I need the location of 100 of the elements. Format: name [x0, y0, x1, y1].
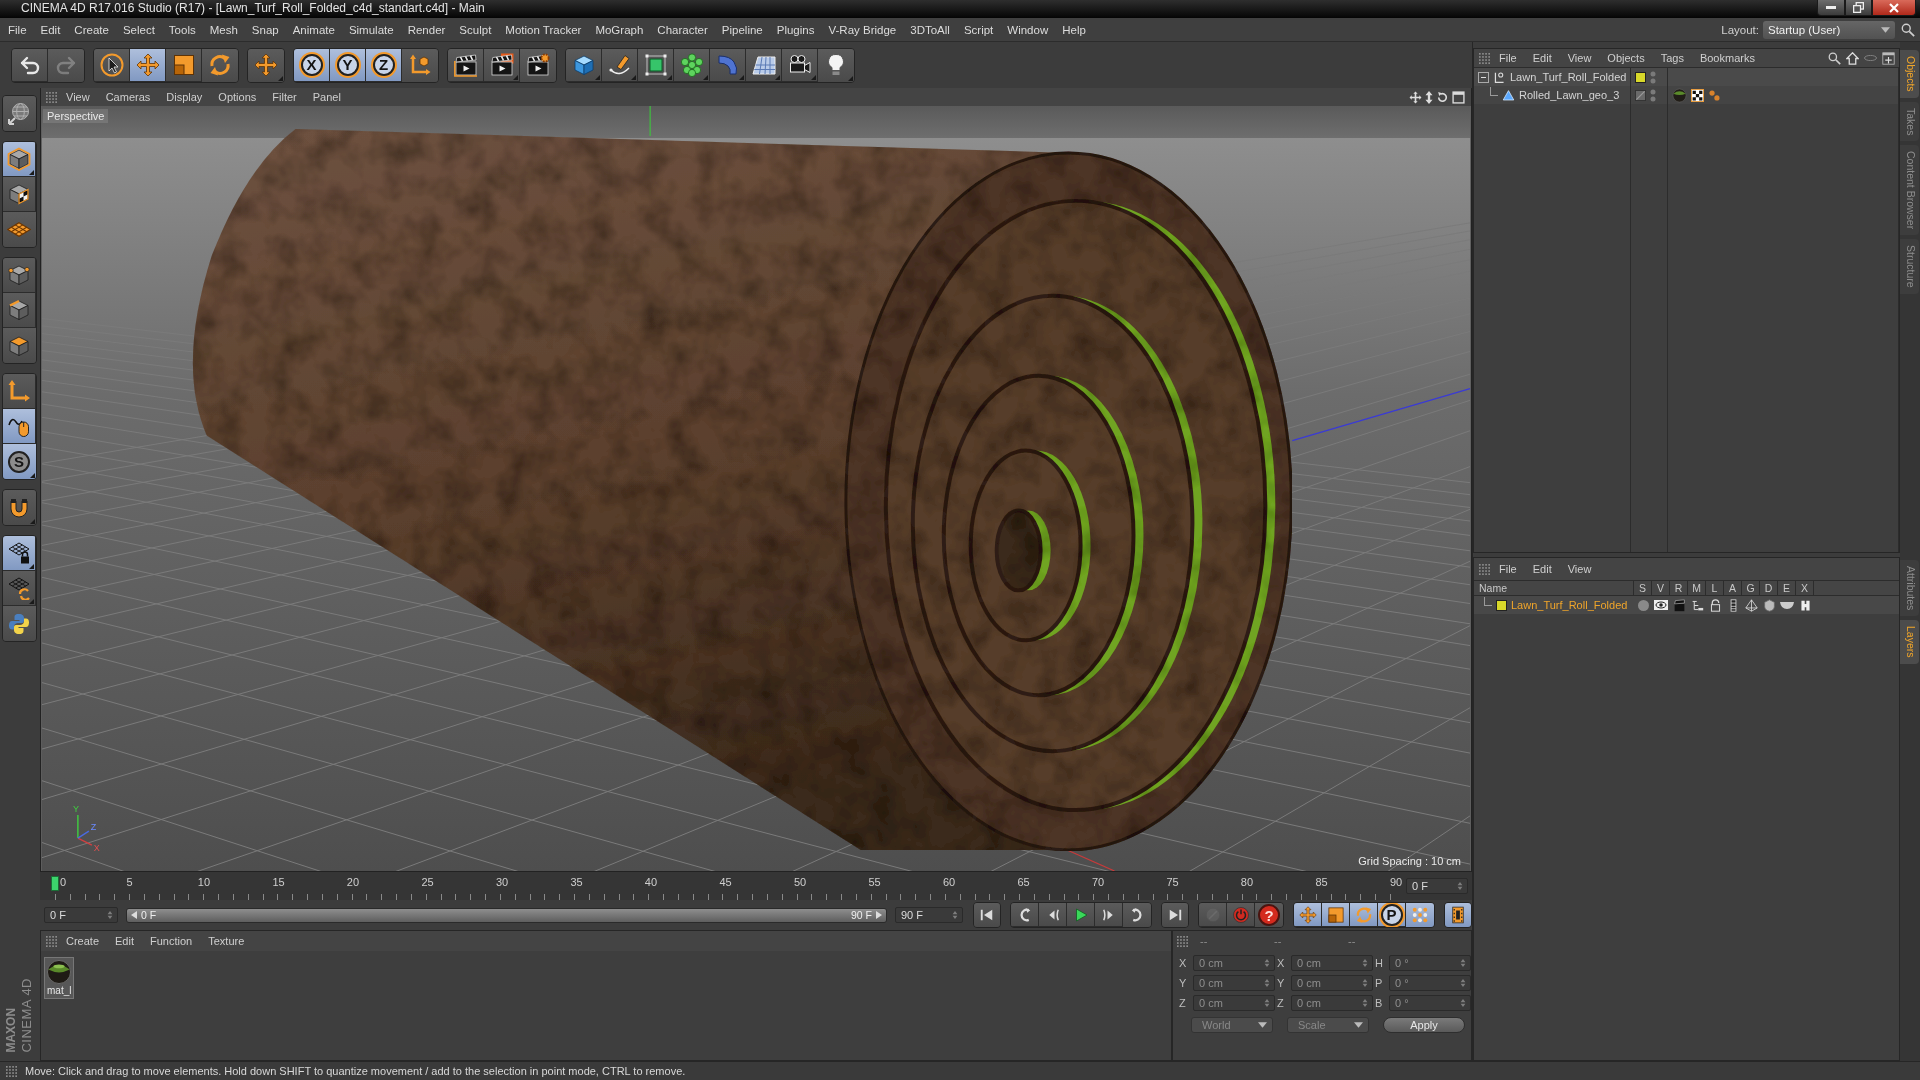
- solo-button[interactable]: S: [2, 444, 36, 479]
- close-button[interactable]: [1872, 0, 1916, 16]
- grip-icon[interactable]: [1177, 935, 1188, 947]
- recent-tool-button[interactable]: [248, 48, 284, 82]
- rotation-field[interactable]: 0 °: [1389, 955, 1471, 971]
- workplane-lock-button[interactable]: [2, 536, 36, 571]
- object-name[interactable]: Rolled_Lawn_geo_3: [1519, 89, 1620, 101]
- key-scale-button[interactable]: [1322, 903, 1350, 927]
- viewport-menu-item[interactable]: Panel: [305, 91, 348, 103]
- next-key-button[interactable]: [1123, 903, 1151, 927]
- clapperboard-icon[interactable]: [1672, 598, 1686, 612]
- triangle-object-icon[interactable]: [1502, 88, 1515, 102]
- end-frame-field[interactable]: 90 F: [895, 907, 963, 923]
- spinner-arrows-icon[interactable]: [1459, 959, 1467, 967]
- move-tool-button[interactable]: [130, 48, 166, 82]
- object-name[interactable]: Lawn_Turf_Roll_Folded: [1510, 71, 1627, 83]
- render-view-button[interactable]: [448, 48, 484, 82]
- key-rotation-button[interactable]: [1350, 903, 1378, 927]
- circular-arrow-icon[interactable]: [1436, 90, 1449, 104]
- scale-tool-button[interactable]: [166, 48, 202, 82]
- move-arrows-icon[interactable]: [1409, 90, 1422, 104]
- menu-item[interactable]: Pipeline: [714, 23, 770, 36]
- menu-item[interactable]: Help: [1055, 23, 1093, 36]
- object-menu-item[interactable]: Tags: [1653, 52, 1691, 64]
- edges-mode-button[interactable]: [2, 293, 36, 328]
- side-tab[interactable]: Structure: [1900, 239, 1919, 294]
- grip-icon[interactable]: [1479, 563, 1490, 575]
- spinner-arrows-icon[interactable]: [1263, 999, 1271, 1007]
- material-sphere-icon[interactable]: [1672, 87, 1687, 103]
- material-menu-item[interactable]: Edit: [108, 935, 141, 947]
- home-icon[interactable]: [1846, 51, 1859, 65]
- menu-item[interactable]: Snap: [244, 23, 286, 36]
- rotation-field[interactable]: 0 °: [1389, 975, 1471, 991]
- column-header[interactable]: Name: [1474, 580, 1634, 596]
- rotate-tool-button[interactable]: [202, 48, 238, 82]
- autokey-button[interactable]: ?: [1255, 903, 1283, 927]
- viewport-menu-item[interactable]: Filter: [265, 91, 304, 103]
- axis-lock-button[interactable]: Y: [330, 48, 366, 82]
- spinner-arrows-icon[interactable]: [1361, 979, 1369, 987]
- vertical-arrows-icon[interactable]: [1425, 90, 1433, 104]
- side-tab[interactable]: Attributes: [1900, 560, 1919, 617]
- timeline-button[interactable]: [1445, 903, 1471, 927]
- spinner-arrows-icon[interactable]: [1263, 979, 1271, 987]
- column-header[interactable]: D: [1760, 580, 1778, 596]
- light-button[interactable]: [818, 48, 854, 82]
- column-header[interactable]: X: [1796, 580, 1814, 596]
- stacked-dots-icon[interactable]: [1650, 70, 1656, 84]
- object-row[interactable]: Rolled_Lawn_geo_3: [1474, 86, 1899, 104]
- layer-row[interactable]: Lawn_Turf_Roll_Folded: [1474, 596, 1899, 614]
- dot-icon[interactable]: [1637, 599, 1649, 611]
- menu-item[interactable]: Create: [67, 23, 116, 36]
- texture-mode-button[interactable]: [2, 177, 36, 212]
- undo-button[interactable]: [12, 48, 48, 82]
- playhead-marker[interactable]: [51, 876, 59, 891]
- go-to-end-button[interactable]: [1162, 903, 1188, 927]
- next-frame-button[interactable]: [1095, 903, 1123, 927]
- object-menu-item[interactable]: View: [1560, 52, 1599, 64]
- menu-item[interactable]: Render: [400, 23, 453, 36]
- render-button[interactable]: [484, 48, 520, 82]
- column-header[interactable]: V: [1652, 580, 1670, 596]
- spinner-arrows-icon[interactable]: [1459, 979, 1467, 987]
- position-field[interactable]: 0 cm: [1193, 955, 1275, 971]
- camera-button[interactable]: [782, 48, 818, 82]
- layer-menu-item[interactable]: View: [1560, 563, 1599, 575]
- menu-item[interactable]: Window: [1000, 23, 1056, 36]
- start-frame-field[interactable]: 0 F: [44, 907, 118, 923]
- lock-icon[interactable]: [1708, 598, 1722, 612]
- search-icon[interactable]: [1828, 51, 1841, 65]
- grip-icon[interactable]: [46, 935, 57, 947]
- column-header[interactable]: M: [1688, 580, 1706, 596]
- checker-icon[interactable]: [1691, 88, 1704, 102]
- current-frame-field[interactable]: 0 F: [1406, 878, 1468, 894]
- make-editable-button[interactable]: [2, 96, 36, 131]
- spinner-arrows-icon[interactable]: [1361, 999, 1369, 1007]
- position-field[interactable]: 0 cm: [1193, 975, 1275, 991]
- spinner-arrows-icon[interactable]: [1459, 999, 1467, 1007]
- select-tool-button[interactable]: [94, 48, 130, 82]
- render-settings-button[interactable]: [520, 48, 556, 82]
- snap-button[interactable]: [2, 490, 36, 525]
- menu-item[interactable]: Motion Tracker: [498, 23, 589, 36]
- menu-item[interactable]: MoGraph: [588, 23, 651, 36]
- apply-button[interactable]: Apply: [1383, 1017, 1465, 1033]
- position-field[interactable]: 0 cm: [1193, 995, 1275, 1011]
- null-object-icon[interactable]: [1493, 70, 1506, 84]
- object-menu-item[interactable]: Bookmarks: [1692, 52, 1762, 64]
- layer-name[interactable]: Lawn_Turf_Roll_Folded: [1511, 599, 1628, 611]
- subdivision-button[interactable]: [638, 48, 674, 82]
- restore-button[interactable]: [1845, 0, 1872, 16]
- layer-color-swatch[interactable]: [1635, 71, 1646, 83]
- shield-icon[interactable]: [1762, 598, 1776, 612]
- side-tab[interactable]: Takes: [1900, 101, 1919, 142]
- menu-item[interactable]: Tools: [161, 23, 203, 36]
- key-position-button[interactable]: [1294, 903, 1322, 927]
- material-menu-item[interactable]: Create: [59, 935, 107, 947]
- points-mode-button[interactable]: [2, 258, 36, 293]
- previous-key-button[interactable]: [1011, 903, 1039, 927]
- menu-item[interactable]: 3DToAll: [903, 23, 957, 36]
- side-tab[interactable]: Content Browser: [1900, 145, 1919, 236]
- tree-icon[interactable]: [1690, 598, 1704, 612]
- bowl-icon[interactable]: [1780, 600, 1794, 610]
